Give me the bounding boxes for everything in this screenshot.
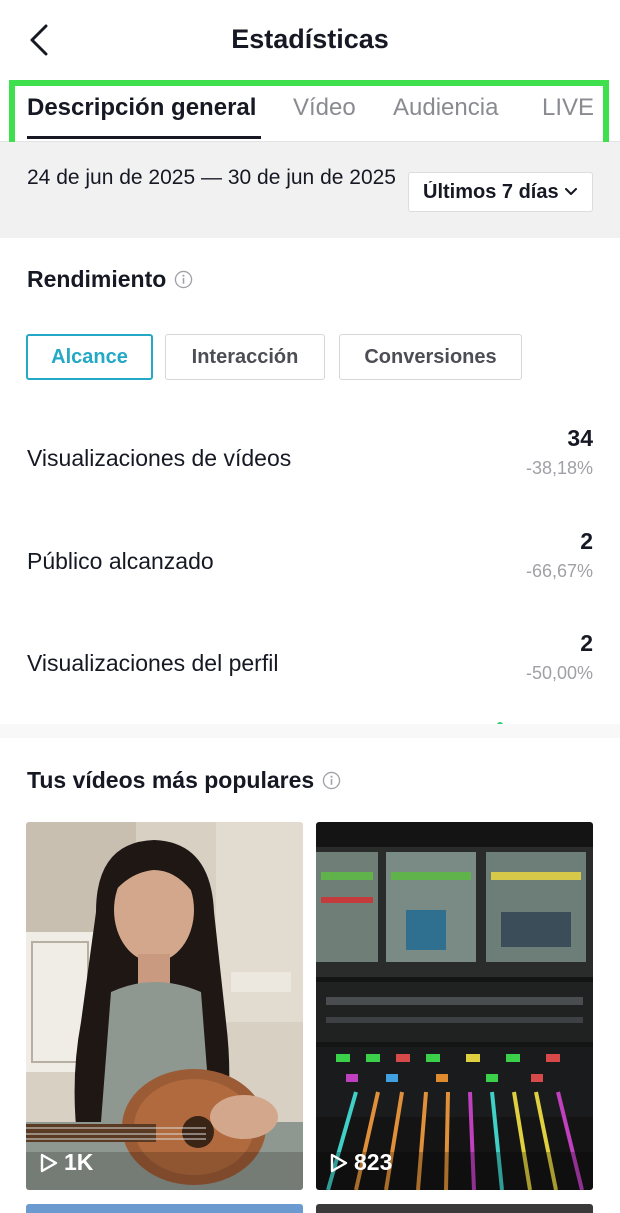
view-count-value: 823 [354, 1149, 393, 1175]
popular-heading: Tus vídeos más populares [27, 767, 341, 794]
page-title: Estadísticas [231, 24, 389, 54]
play-icon [40, 1153, 58, 1172]
active-tab-indicator [27, 136, 261, 139]
chip-conversions[interactable]: Conversiones [339, 334, 522, 380]
metric-label: Visualizaciones del perfil [27, 650, 279, 676]
metric-label: Público alcanzado [27, 548, 214, 574]
top-bar: Estadísticas [0, 0, 620, 80]
chip-engagement[interactable]: Interacción [165, 334, 325, 380]
metric-value: 2 [580, 528, 593, 554]
info-icon[interactable] [174, 270, 193, 289]
mixing-console-photo [316, 822, 593, 1190]
metric-audience-reached: Público alcanzado 2 -66,67% [27, 528, 593, 598]
ukulele-photo [26, 822, 303, 1190]
metric-change: -50,00% [525, 663, 593, 683]
date-bar: 24 de jun de 2025 — 30 de jun de 2025 Úl… [0, 142, 620, 238]
metric-change: -66,67% [525, 561, 593, 581]
popular-title: Tus vídeos más populares [27, 767, 315, 793]
metric-profile-views: Visualizaciones del perfil 2 -50,00% [27, 630, 593, 700]
video-thumbnail-next[interactable] [316, 1204, 593, 1213]
section-divider [0, 724, 620, 738]
tab-live[interactable]: LIVE [542, 94, 594, 122]
metric-video-views: Visualizaciones de vídeos 34 -38,18% [27, 425, 593, 495]
metric-value: 34 [567, 425, 593, 451]
performance-heading: Rendimiento [27, 266, 193, 293]
video-thumbnail-mixer[interactable]: 823 [316, 822, 593, 1190]
view-count-value: 1K [64, 1149, 94, 1175]
date-range-text: 24 de jun de 2025 — 30 de jun de 2025 [27, 166, 396, 189]
view-count: 823 [330, 1149, 392, 1176]
period-label: Últimos 7 días [423, 180, 559, 203]
period-dropdown[interactable]: Últimos 7 días [408, 172, 593, 212]
tab-audience[interactable]: Audiencia [393, 94, 498, 122]
tab-video[interactable]: Vídeo [293, 94, 356, 122]
chevron-down-icon [565, 188, 577, 195]
metric-value: 2 [580, 630, 593, 656]
info-icon[interactable] [322, 771, 341, 790]
metric-change: -38,18% [525, 458, 593, 478]
video-thumbnail-ukulele[interactable]: 1K [26, 822, 303, 1190]
metric-label: Visualizaciones de vídeos [27, 445, 292, 471]
chip-reach[interactable]: Alcance [26, 334, 153, 380]
video-thumbnail-next[interactable] [26, 1204, 303, 1213]
play-icon [330, 1153, 348, 1172]
performance-title: Rendimiento [27, 266, 167, 292]
tab-bar: Descripción general Vídeo Audiencia LIVE [0, 80, 620, 142]
view-count: 1K [40, 1149, 93, 1176]
tab-overview[interactable]: Descripción general [27, 94, 256, 122]
